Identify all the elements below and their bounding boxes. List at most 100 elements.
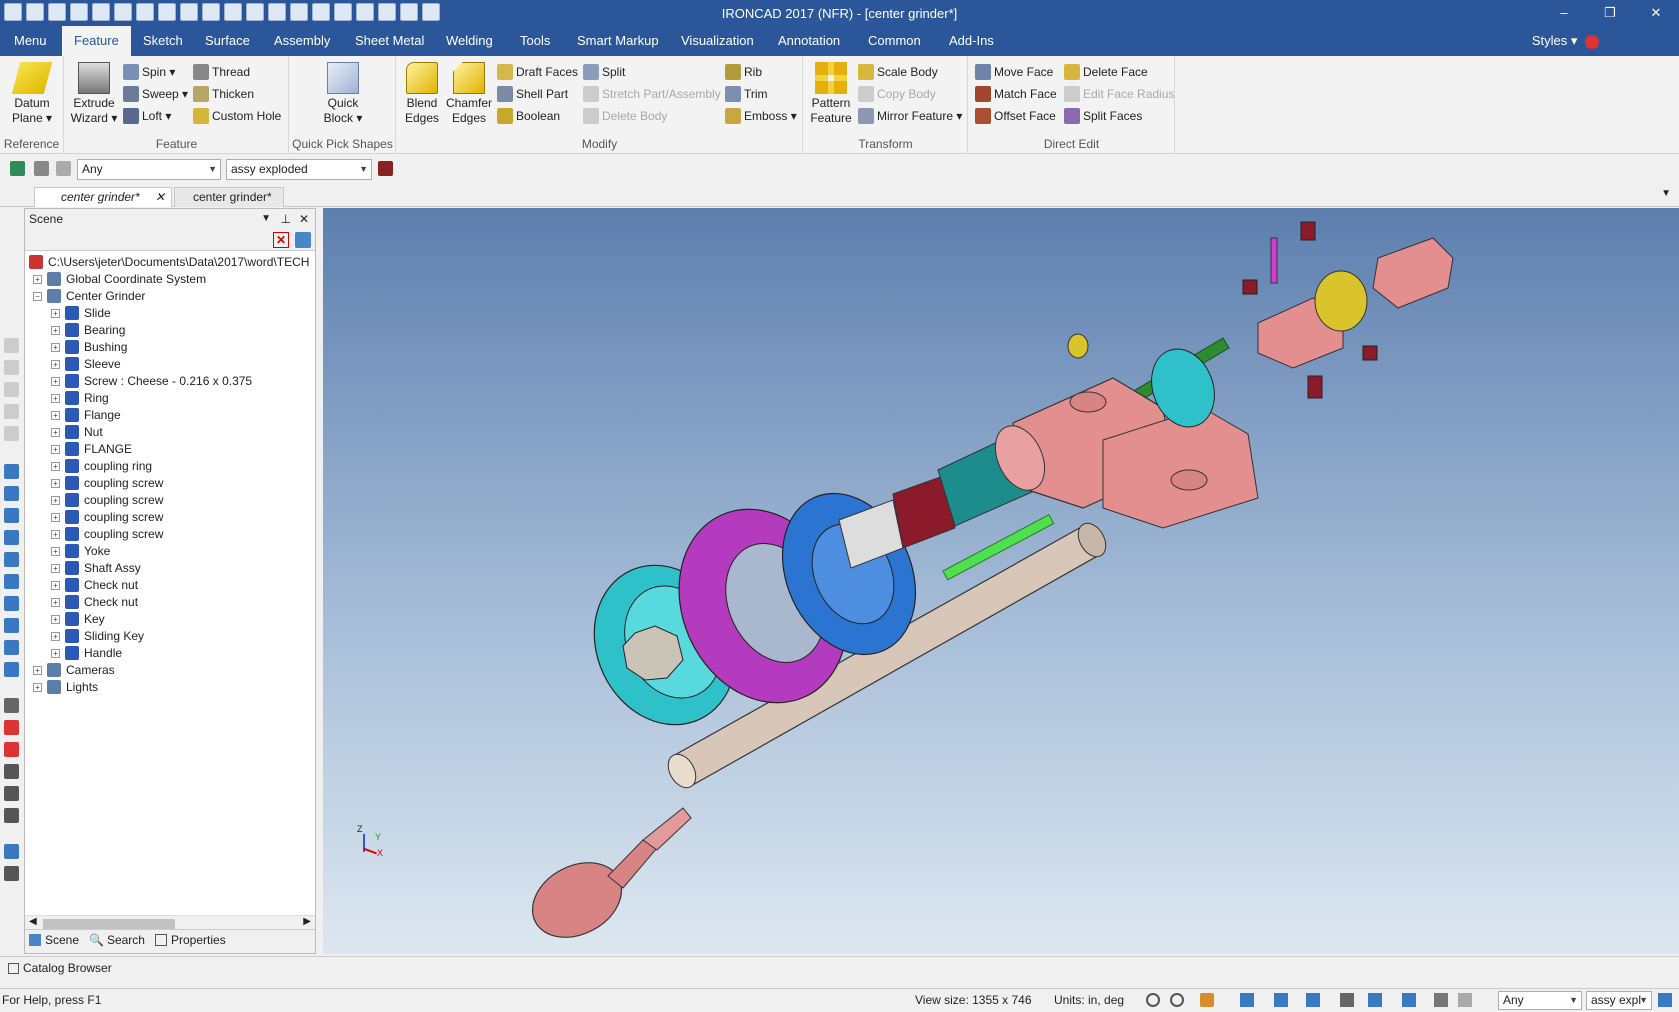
tab-surface[interactable]: Surface: [193, 26, 262, 56]
tree-item[interactable]: + FLANGE: [51, 440, 132, 458]
select-filter-icon[interactable]: [1458, 993, 1472, 1007]
doc-tab-active[interactable]: center grinder* ✕: [34, 187, 172, 207]
coupling-screw-part[interactable]: [1242, 279, 1258, 295]
view-tool-icon[interactable]: [4, 552, 19, 567]
tool-strip-icon[interactable]: [4, 382, 19, 397]
open-file-icon[interactable]: [114, 3, 132, 21]
tree-item[interactable]: + Nut: [51, 423, 103, 441]
tab-feature[interactable]: Feature: [62, 26, 131, 56]
tree-item[interactable]: + coupling screw: [51, 474, 163, 492]
expand-icon[interactable]: +: [51, 444, 60, 454]
check-nut-part[interactable]: [1314, 270, 1368, 332]
zoom-window-icon[interactable]: [1170, 993, 1184, 1007]
copy-icon[interactable]: [202, 3, 220, 21]
app-menu-icon[interactable]: [4, 3, 22, 21]
3d-viewport[interactable]: Z Y X: [323, 208, 1679, 954]
close-tab-icon[interactable]: ✕: [155, 188, 165, 206]
expand-icon[interactable]: +: [51, 495, 60, 505]
expand-icon[interactable]: +: [51, 614, 60, 624]
tree-item[interactable]: + Cameras: [33, 661, 115, 679]
view-tool-icon[interactable]: [4, 530, 19, 545]
expand-icon[interactable]: +: [51, 393, 60, 403]
sweep-button[interactable]: Sweep ▾: [123, 84, 188, 104]
tree-item[interactable]: + Check nut: [51, 576, 138, 594]
expand-icon[interactable]: +: [51, 325, 60, 335]
tree-item[interactable]: + Key: [51, 610, 105, 628]
tree-item[interactable]: + Flange: [51, 406, 121, 424]
redo-icon[interactable]: [268, 3, 286, 21]
expand-icon[interactable]: +: [51, 563, 60, 573]
render-icon[interactable]: [290, 3, 308, 21]
status-filter-combo[interactable]: Any ▼: [1498, 991, 1582, 1010]
pin-part[interactable]: [1270, 237, 1278, 284]
scale-body-button[interactable]: Scale Body: [858, 62, 938, 82]
configuration-manager-icon[interactable]: [378, 161, 393, 176]
tool-strip-icon[interactable]: [4, 426, 19, 441]
camera-icon[interactable]: [4, 720, 19, 735]
coupling-screw-part[interactable]: [1300, 221, 1316, 241]
tree-item[interactable]: − Center Grinder: [33, 287, 145, 305]
properties-tab[interactable]: Properties: [155, 933, 226, 947]
config-manager-icon[interactable]: [1658, 993, 1672, 1007]
display-mode-icon[interactable]: [1368, 993, 1382, 1007]
view-cube-icon[interactable]: [1240, 993, 1254, 1007]
quick-block-button[interactable]: Quick Block ▾: [315, 62, 371, 126]
spin-button[interactable]: Spin ▾: [123, 62, 175, 82]
match-face-button[interactable]: Match Face: [975, 84, 1057, 104]
emboss-button[interactable]: Emboss ▾: [725, 106, 797, 126]
tab-visualization[interactable]: Visualization: [669, 26, 766, 56]
copy-body-button[interactable]: Copy Body: [858, 84, 936, 104]
tree-item[interactable]: + Yoke: [51, 542, 110, 560]
tab-sketch[interactable]: Sketch: [131, 26, 195, 56]
angle-icon[interactable]: [4, 764, 19, 779]
expand-icon[interactable]: +: [51, 580, 60, 590]
expand-icon[interactable]: +: [51, 410, 60, 420]
expand-icon[interactable]: +: [51, 648, 60, 658]
draft-faces-button[interactable]: Draft Faces: [497, 62, 578, 82]
print-icon[interactable]: [158, 3, 176, 21]
search-tab[interactable]: 🔍 Search: [89, 933, 145, 947]
expand-icon[interactable]: +: [33, 274, 42, 284]
select-assembly-icon[interactable]: [10, 161, 25, 176]
tool-strip-icon[interactable]: [4, 360, 19, 375]
handle-part[interactable]: [520, 807, 692, 952]
new-scene-icon[interactable]: [48, 3, 66, 21]
coupling-screw-part[interactable]: [1362, 345, 1378, 361]
tree-item[interactable]: + Check nut: [51, 593, 138, 611]
tab-smart-markup[interactable]: Smart Markup: [565, 26, 671, 56]
configuration-combo[interactable]: assy exploded ▼: [226, 159, 372, 180]
section-icon[interactable]: [1402, 993, 1416, 1007]
help-icon[interactable]: [400, 3, 418, 21]
view-tool-icon[interactable]: [4, 618, 19, 633]
trim-button[interactable]: Trim: [725, 84, 768, 104]
extrude-wizard-button[interactable]: Extrude Wizard ▾: [69, 62, 119, 126]
tab-add-ins[interactable]: Add-Ins: [937, 26, 1006, 56]
customize-icon[interactable]: [422, 3, 440, 21]
scroll-right-icon[interactable]: ▶: [303, 916, 311, 927]
split-faces-button[interactable]: Split Faces: [1064, 106, 1142, 126]
catalog-icon[interactable]: [334, 3, 352, 21]
expand-icon[interactable]: +: [51, 308, 60, 318]
select-cursor-icon[interactable]: [34, 161, 49, 176]
chamfer-edges-button[interactable]: Chamfer Edges: [445, 62, 493, 126]
triball-icon[interactable]: [312, 3, 330, 21]
screw-part[interactable]: [1067, 333, 1089, 359]
catalog-browser-bar[interactable]: Catalog Browser: [0, 956, 1679, 980]
select-filter-icon[interactable]: [56, 161, 71, 176]
delete-body-button[interactable]: Delete Body: [583, 106, 667, 126]
tree-item[interactable]: + Lights: [33, 678, 98, 696]
sort-icon[interactable]: [295, 232, 311, 248]
tool-strip-icon[interactable]: [4, 404, 19, 419]
expand-icon[interactable]: +: [51, 342, 60, 352]
tree-item[interactable]: + coupling screw: [51, 491, 163, 509]
restore-button[interactable]: ❐: [1587, 0, 1633, 26]
expand-icon[interactable]: +: [51, 631, 60, 641]
expand-icon[interactable]: +: [51, 529, 60, 539]
new-drawing-icon[interactable]: [70, 3, 88, 21]
close-panel-icon[interactable]: ✕: [299, 209, 309, 229]
tab-menu[interactable]: Menu: [2, 26, 59, 56]
view-tool-icon[interactable]: [4, 640, 19, 655]
expand-icon[interactable]: +: [51, 478, 60, 488]
expand-icon[interactable]: +: [33, 682, 42, 692]
select-icon[interactable]: [1434, 993, 1448, 1007]
